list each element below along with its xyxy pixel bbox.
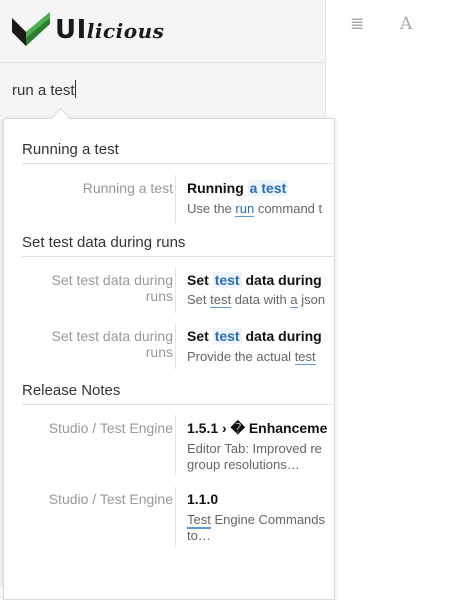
search-results-dropdown: Running a test Running a test Running a … xyxy=(3,118,335,600)
hit-snippet: Editor Tab: Improved re group resolution… xyxy=(187,441,322,472)
category-header: Running a test xyxy=(22,141,334,164)
logo-bar: UIlicious xyxy=(0,0,325,63)
category-header: Release Notes xyxy=(22,382,334,405)
hit-snippet: Test Engine Commands to… xyxy=(187,512,326,543)
search-hit[interactable]: Studio / Test Engine 1.5.1 › � Enhanceme… xyxy=(4,415,334,475)
hit-snippet: Use the run command t xyxy=(187,201,323,217)
logo-text[interactable]: UIlicious xyxy=(55,15,164,45)
search-hit[interactable]: Studio / Test Engine 1.1.0 Test Engine C… xyxy=(4,487,334,547)
search-hit[interactable]: Running a test Running a test Use the ru… xyxy=(4,175,334,223)
list-icon[interactable]: ≣ xyxy=(350,14,364,34)
hit-hierarchy: Set test data during runs xyxy=(51,328,173,360)
font-icon[interactable]: A xyxy=(400,14,412,34)
hit-title: Running a test xyxy=(187,180,289,196)
hit-divider xyxy=(175,323,176,369)
search-hit[interactable]: Set test data during runs Set test data … xyxy=(4,267,334,313)
hit-title: Set test data during xyxy=(187,328,322,344)
hit-hierarchy: Set test data during runs xyxy=(51,272,173,304)
hit-divider xyxy=(175,175,176,223)
logo-icon xyxy=(12,12,50,46)
hit-divider xyxy=(175,487,176,547)
search-hit[interactable]: Set test data during runs Set test data … xyxy=(4,323,334,369)
hit-hierarchy: Running a test xyxy=(82,180,173,196)
hit-divider xyxy=(175,267,176,313)
hit-title: 1.1.0 xyxy=(187,491,219,507)
hit-title: 1.5.1 › � Enhanceme xyxy=(187,420,328,436)
hit-hierarchy: Studio / Test Engine xyxy=(48,420,173,436)
hit-title: Set test data during xyxy=(187,272,322,288)
hit-snippet: Provide the actual test xyxy=(187,349,316,365)
category-header: Set test data during runs xyxy=(22,234,334,257)
hit-hierarchy: Studio / Test Engine xyxy=(48,491,173,507)
text-caret xyxy=(75,80,76,98)
hit-snippet: Set test data with a json xyxy=(187,292,326,308)
search-bar xyxy=(0,63,325,117)
hit-divider xyxy=(175,415,176,475)
search-input[interactable] xyxy=(0,63,325,117)
